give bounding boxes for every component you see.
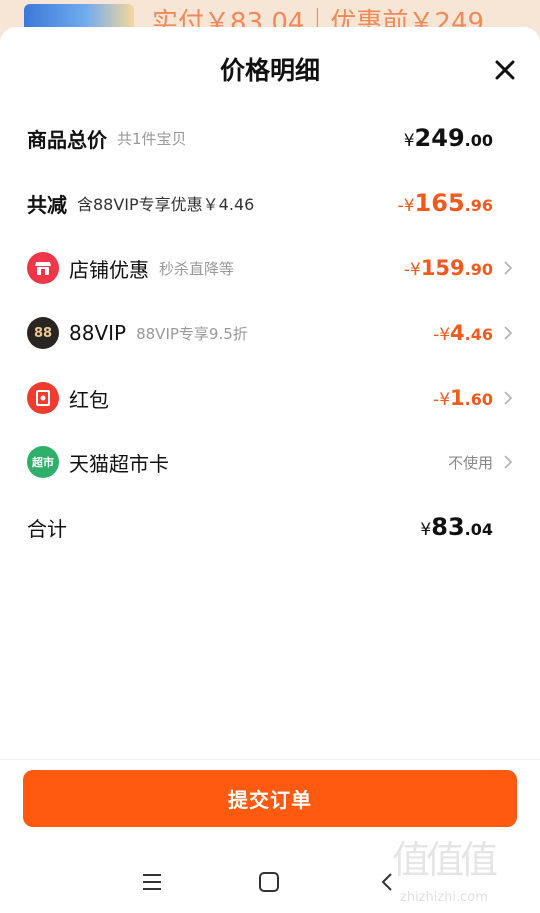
tmall-supermarket-icon: 超市 <box>27 446 59 478</box>
chevron-right-icon <box>504 261 513 275</box>
row-red-packet[interactable]: 红包 -¥ 1 .60 <box>0 378 540 418</box>
close-button[interactable] <box>492 57 518 83</box>
row-total-price: 商品总价 共1件宝贝 ¥ 249 .00 <box>0 118 540 158</box>
row-total-discount: 共减 含88VIP专享优惠￥4.46 -¥ 165 .96 <box>0 183 540 223</box>
currency-sign: -¥ <box>433 325 451 345</box>
vip-88-icon-text: 88 <box>33 325 53 341</box>
tmall-supermarket-icon-text: 超市 <box>32 456 54 469</box>
sum-value: ¥ 83 .04 <box>420 513 493 541</box>
currency-sign: -¥ <box>397 196 415 216</box>
vip-discount-value: -¥ 4 .46 <box>433 321 493 345</box>
price-integer: 83 <box>431 513 465 541</box>
price-decimal: .46 <box>464 325 493 344</box>
total-discount-value: -¥ 165 .96 <box>398 189 493 217</box>
total-discount-label: 共减 <box>27 192 67 217</box>
price-detail-sheet: 价格明细 商品总价 共1件宝贝 ¥ 249 .00 共减 含88VIP专享优惠￥… <box>0 27 540 913</box>
tmall-card-label: 天猫超市卡 <box>69 451 169 476</box>
price-decimal: .04 <box>464 520 493 539</box>
home-nav-button[interactable] <box>254 867 284 897</box>
chevron-right-icon <box>504 326 513 340</box>
close-icon <box>495 60 515 80</box>
total-price-value: ¥ 249 .00 <box>404 124 493 152</box>
footer-divider <box>0 759 540 760</box>
shop-discount-value: -¥ 159 .90 <box>404 256 493 280</box>
menu-icon <box>143 874 161 890</box>
red-packet-icon <box>27 382 59 414</box>
price-detail-screen: 实付￥83.04｜优惠前￥249 价格明细 商品总价 共1件宝贝 ¥ 249 .… <box>0 0 540 913</box>
sum-label: 合计 <box>27 516 67 541</box>
site-watermark: 值值值 zhizhizhi.com <box>392 829 532 905</box>
shop-discount-label: 店铺优惠 <box>69 257 149 282</box>
chevron-right-icon <box>504 455 513 469</box>
submit-order-button[interactable]: 提交订单 <box>23 770 517 827</box>
total-price-label: 商品总价 <box>27 127 107 152</box>
sheet-title: 价格明细 <box>219 56 320 85</box>
price-decimal: .90 <box>464 260 493 279</box>
red-packet-label: 红包 <box>69 387 109 412</box>
tmall-card-status: 不使用 <box>447 453 493 472</box>
home-square-icon <box>259 872 279 892</box>
watermark-domain: zhizhizhi.com <box>400 890 488 905</box>
chevron-right-icon <box>504 391 513 405</box>
price-integer: 249 <box>414 124 465 152</box>
row-88vip[interactable]: 88 88VIP 88VIP专享9.5折 -¥ 4 .46 <box>0 313 540 353</box>
vip-note: 88VIP专享9.5折 <box>136 324 248 343</box>
currency-sign: ¥ <box>420 520 432 540</box>
currency-sign: -¥ <box>433 390 451 410</box>
price-decimal: .00 <box>464 131 493 150</box>
price-decimal: .96 <box>464 196 493 215</box>
currency-sign: -¥ <box>403 260 421 280</box>
shop-icon <box>27 252 59 284</box>
total-discount-note: 含88VIP专享优惠￥4.46 <box>77 195 255 214</box>
price-integer: 4 <box>450 321 465 345</box>
currency-sign: ¥ <box>403 131 415 151</box>
watermark-glyphs: 值值值 <box>392 838 498 882</box>
total-price-count: 共1件宝贝 <box>117 129 187 148</box>
row-shop-discount[interactable]: 店铺优惠 秒杀直降等 -¥ 159 .90 <box>0 248 540 288</box>
menu-nav-button[interactable] <box>137 867 167 897</box>
row-sum: 合计 ¥ 83 .04 <box>0 507 540 547</box>
price-integer: 165 <box>414 189 465 217</box>
row-tmall-supermarket-card[interactable]: 超市 天猫超市卡 不使用 <box>0 442 540 482</box>
vip-88-icon: 88 <box>27 317 59 349</box>
price-integer: 1 <box>450 386 465 410</box>
price-integer: 159 <box>420 256 465 280</box>
price-decimal: .60 <box>464 390 493 409</box>
vip-label: 88VIP <box>69 321 127 345</box>
red-packet-value: -¥ 1 .60 <box>433 386 493 410</box>
shop-discount-note: 秒杀直降等 <box>159 259 235 278</box>
